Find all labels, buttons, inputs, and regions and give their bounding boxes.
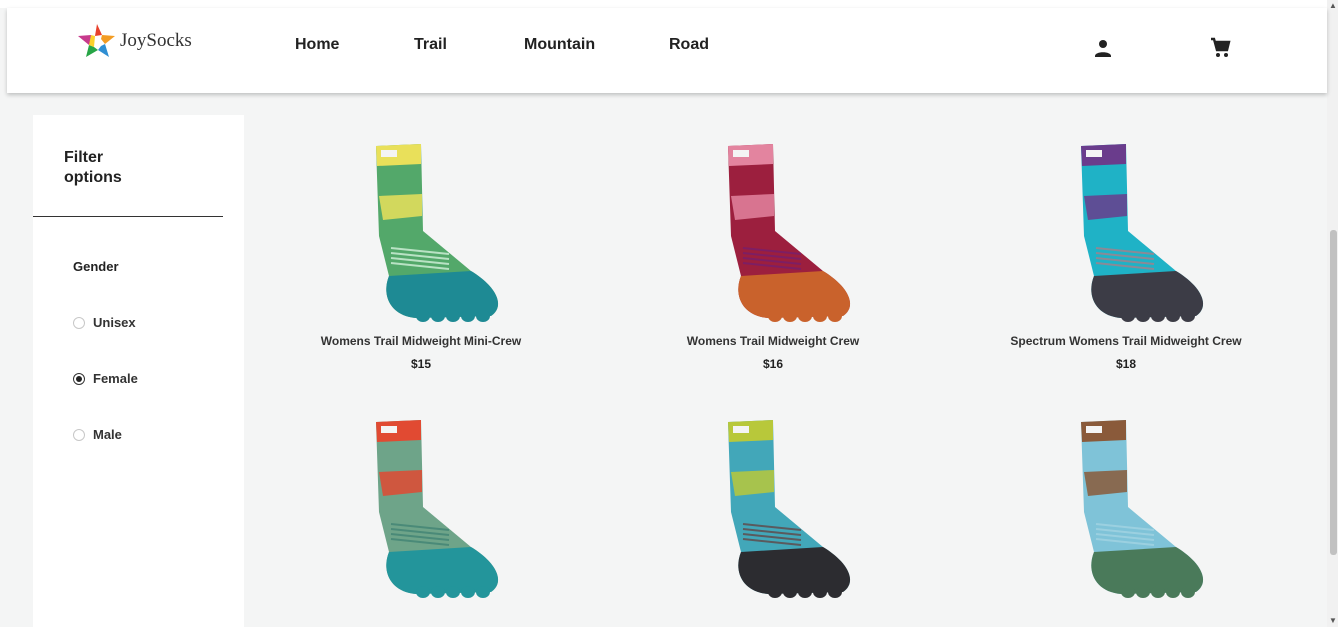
sock-image [728,420,851,598]
shopping-cart-icon[interactable] [1208,36,1232,60]
logo-text: JoySocks [120,30,192,51]
nav-home[interactable]: Home [295,36,339,54]
radio-button[interactable] [73,428,85,441]
person-icon[interactable] [1091,36,1115,60]
logo[interactable]: JoySocks [75,22,192,60]
product-card[interactable]: Womens Trail Midweight Mini-Crew $15 [291,136,551,371]
scroll-down-icon[interactable]: ▼ [1329,617,1337,625]
radio-label: Female [93,371,138,386]
product-card[interactable] [643,412,903,610]
filter-title: Filter options [64,149,122,186]
radio-label: Male [93,427,122,442]
product-price: $18 [1115,357,1137,371]
vertical-scrollbar[interactable]: ▲ ▼ [1327,0,1338,627]
sock-image [728,144,851,322]
sock-image [1081,420,1204,598]
product-name: Womens Trail Midweight Mini-Crew [320,334,522,348]
product-card[interactable]: Womens Trail Midweight Crew $16 [643,136,903,371]
sock-image [376,144,499,322]
sock-image [1081,144,1204,322]
divider [33,216,223,217]
sock-image [376,420,499,598]
radio-label: Unisex [93,315,136,330]
star-logo-icon [78,24,115,57]
product-card[interactable]: Spectrum Womens Trail Midweight Crew $18 [996,136,1256,371]
product-card[interactable] [996,412,1256,610]
radio-female[interactable]: Female [73,371,138,386]
product-name: Womens Trail Midweight Crew [686,334,860,348]
nav-road[interactable]: Road [669,36,709,54]
radio-unisex[interactable]: Unisex [73,315,136,330]
radio-male[interactable]: Male [73,427,122,442]
filter-sidebar: Filter options Gender Unisex Female Male [33,115,244,627]
top-strip [0,0,1327,8]
nav-mountain[interactable]: Mountain [524,36,595,54]
gender-label: Gender [73,259,119,274]
site-header: JoySocks Home Trail Mountain Road [7,8,1327,93]
product-price: $16 [762,357,784,371]
scroll-up-icon[interactable]: ▲ [1329,2,1337,10]
scroll-thumb[interactable] [1330,230,1337,555]
nav-trail[interactable]: Trail [414,36,447,54]
product-price: $15 [410,357,432,371]
product-card[interactable] [291,412,551,610]
radio-button[interactable] [73,316,85,329]
product-name: Spectrum Womens Trail Midweight Crew [1010,334,1242,348]
radio-button[interactable] [73,372,85,385]
